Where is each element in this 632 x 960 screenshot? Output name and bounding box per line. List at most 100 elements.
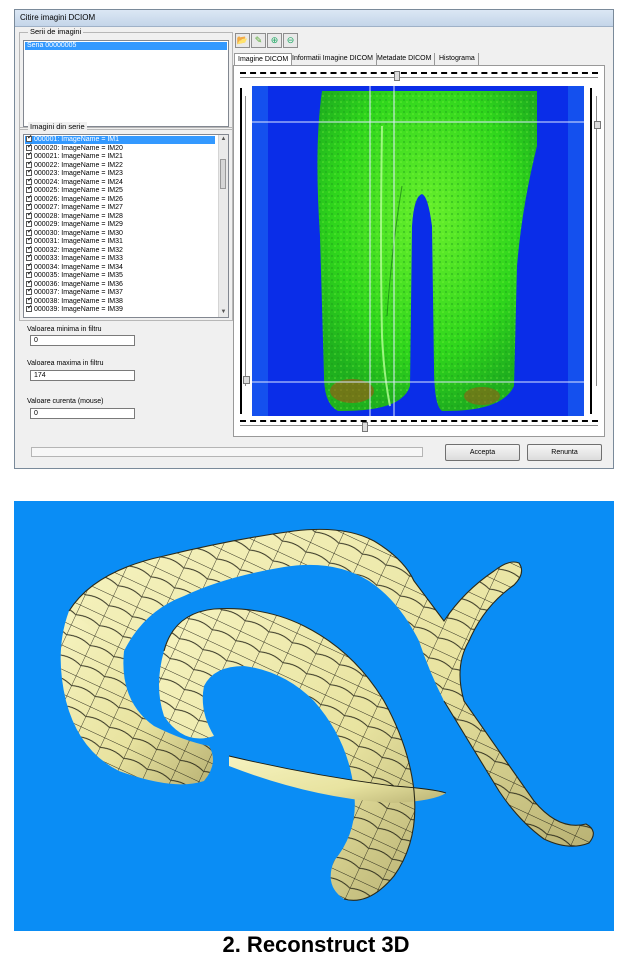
image-list-item[interactable]: 000028: ImageName = IM28 xyxy=(25,211,215,221)
vertical-ruler-left xyxy=(240,88,244,414)
slider-thumb-bottom[interactable] xyxy=(362,422,368,432)
image-list-item[interactable]: 000035: ImageName = IM35 xyxy=(25,270,215,280)
checkbox-icon[interactable] xyxy=(26,262,33,270)
zoom-out-icon[interactable]: ⊖ xyxy=(283,33,298,48)
checkbox-icon[interactable] xyxy=(26,168,33,177)
slider-thumb-top[interactable] xyxy=(394,71,400,81)
vertical-slider-left[interactable] xyxy=(245,96,246,386)
vessel-3d-model xyxy=(60,528,594,901)
image-list-item-label: 000020: ImageName = IM20 xyxy=(34,144,123,152)
accept-button[interactable]: Accepta xyxy=(445,444,520,461)
pencil-icon[interactable]: ✎ xyxy=(251,33,266,48)
checkbox-icon[interactable] xyxy=(26,143,33,151)
current-value-input[interactable]: 0 xyxy=(30,408,135,419)
image-list-item[interactable]: 000022: ImageName = IM22 xyxy=(25,160,215,170)
checkbox-icon[interactable] xyxy=(26,177,33,185)
image-list-item[interactable]: 000031: ImageName = IM31 xyxy=(25,236,215,246)
tab-metadate-dicom[interactable]: Metadate DICOM xyxy=(374,53,436,65)
images-scrollbar[interactable]: ▲ ▼ xyxy=(218,135,228,317)
checkbox-icon[interactable] xyxy=(26,270,33,279)
dicom-reader-window: Citire imagini DCIOM Serii de imagini Se… xyxy=(14,9,614,469)
images-listbox[interactable]: ▲ ▼ 000001: ImageName = IM1000020: Image… xyxy=(23,134,229,318)
image-list-item[interactable]: 000023: ImageName = IM23 xyxy=(25,168,215,178)
image-list-item-label: 000035: ImageName = IM35 xyxy=(34,272,123,279)
zoom-in-icon[interactable]: ⊕ xyxy=(267,33,282,48)
checkbox-icon[interactable] xyxy=(26,185,33,194)
image-list-item[interactable]: 000024: ImageName = IM24 xyxy=(25,177,215,187)
checkbox-icon[interactable] xyxy=(26,211,33,219)
figure-caption: 2. Reconstruct 3D xyxy=(222,932,410,957)
current-value-label: Valoare curenta (mouse) xyxy=(27,398,104,405)
image-list-item-label: 000030: ImageName = IM30 xyxy=(34,229,123,237)
image-list-item-label: 000036: ImageName = IM36 xyxy=(34,280,123,288)
checkbox-icon[interactable] xyxy=(26,219,33,228)
checkbox-icon[interactable] xyxy=(26,236,33,245)
checkbox-icon[interactable] xyxy=(26,253,33,262)
tab-informatii-imagine[interactable]: Informatii Imagine DICOM xyxy=(289,53,377,65)
image-list-item[interactable]: 000025: ImageName = IM25 xyxy=(25,185,215,195)
series-group-label: Serii de imagini xyxy=(28,27,84,36)
image-list-item-label: 000029: ImageName = IM29 xyxy=(34,221,123,228)
image-list-item-label: 000031: ImageName = IM31 xyxy=(34,238,123,245)
cancel-button[interactable]: Renunta xyxy=(527,444,602,461)
horizontal-ruler-top xyxy=(240,72,598,76)
scroll-up-icon[interactable]: ▲ xyxy=(219,135,228,144)
image-list-item[interactable]: 000037: ImageName = IM37 xyxy=(25,287,215,297)
image-list-item-label: 000025: ImageName = IM25 xyxy=(34,187,123,194)
image-list-item[interactable]: 000021: ImageName = IM21 xyxy=(25,151,215,161)
images-group-label: Imagini din serie xyxy=(28,122,87,131)
image-list-item[interactable]: 000039: ImageName = IM39 xyxy=(25,304,215,314)
checkbox-icon[interactable] xyxy=(26,160,33,168)
min-filter-label: Valoarea minima in filtru xyxy=(27,326,102,333)
image-list-item[interactable]: 000032: ImageName = IM32 xyxy=(25,245,215,255)
image-list-item-label: 000021: ImageName = IM21 xyxy=(34,153,123,160)
vertical-ruler-right xyxy=(590,88,594,414)
image-list-item[interactable]: 000030: ImageName = IM30 xyxy=(25,228,215,238)
image-list-item-label: 000037: ImageName = IM37 xyxy=(34,289,123,296)
open-folder-icon[interactable]: 📂 xyxy=(235,33,250,48)
scroll-down-icon[interactable]: ▼ xyxy=(219,308,228,317)
series-listbox[interactable]: Seria 00000005 xyxy=(23,40,229,127)
dicom-image-view[interactable] xyxy=(252,86,584,416)
image-list-item[interactable]: 000027: ImageName = IM27 xyxy=(25,202,215,212)
checkbox-icon[interactable] xyxy=(26,296,33,304)
image-list-item-label: 000032: ImageName = IM32 xyxy=(34,246,123,254)
checkbox-icon[interactable] xyxy=(26,202,33,211)
scrollbar-thumb[interactable] xyxy=(220,159,226,189)
checkbox-icon[interactable] xyxy=(26,228,33,236)
image-list-item[interactable]: 000001: ImageName = IM1 xyxy=(25,135,215,145)
slider-thumb-left[interactable] xyxy=(243,376,250,384)
image-list-item[interactable]: 000033: ImageName = IM33 xyxy=(25,253,215,263)
image-list-item-label: 000038: ImageName = IM38 xyxy=(34,297,123,305)
checkbox-icon[interactable] xyxy=(26,279,33,287)
image-list-item[interactable]: 000020: ImageName = IM20 xyxy=(25,143,215,153)
window-titlebar: Citire imagini DCIOM xyxy=(15,10,613,27)
vertical-slider-right[interactable] xyxy=(596,96,597,386)
horizontal-slider-bottom[interactable] xyxy=(240,425,598,426)
tab-histograma[interactable]: Histograma xyxy=(436,53,479,65)
image-list-item[interactable]: 000026: ImageName = IM26 xyxy=(25,194,215,204)
image-panel xyxy=(233,65,605,437)
checkbox-icon[interactable] xyxy=(26,245,33,253)
checkbox-icon[interactable] xyxy=(26,287,33,296)
max-filter-input[interactable]: 174 xyxy=(30,370,135,381)
image-list-item[interactable]: 000038: ImageName = IM38 xyxy=(25,296,215,306)
image-list-item-label: 000024: ImageName = IM24 xyxy=(34,178,123,186)
checkbox-icon[interactable] xyxy=(26,194,33,202)
dicom-image[interactable] xyxy=(252,86,584,416)
checkbox-icon[interactable] xyxy=(26,135,33,143)
image-list-item-label: 000001: ImageName = IM1 xyxy=(34,136,120,143)
series-item[interactable]: Seria 00000005 xyxy=(25,42,227,51)
image-list-item-label: 000023: ImageName = IM23 xyxy=(34,170,123,177)
image-list-item-label: 000027: ImageName = IM27 xyxy=(34,204,123,211)
image-list-item[interactable]: 000029: ImageName = IM29 xyxy=(25,219,215,229)
checkbox-icon[interactable] xyxy=(26,151,33,160)
3d-render-view xyxy=(14,501,614,931)
image-list-item[interactable]: 000036: ImageName = IM36 xyxy=(25,279,215,289)
slider-thumb-right[interactable] xyxy=(594,121,601,129)
checkbox-icon[interactable] xyxy=(26,304,33,313)
image-list-item-label: 000039: ImageName = IM39 xyxy=(34,306,123,313)
horizontal-slider-top[interactable] xyxy=(240,77,598,78)
image-list-item[interactable]: 000034: ImageName = IM34 xyxy=(25,262,215,272)
min-filter-input[interactable]: 0 xyxy=(30,335,135,346)
